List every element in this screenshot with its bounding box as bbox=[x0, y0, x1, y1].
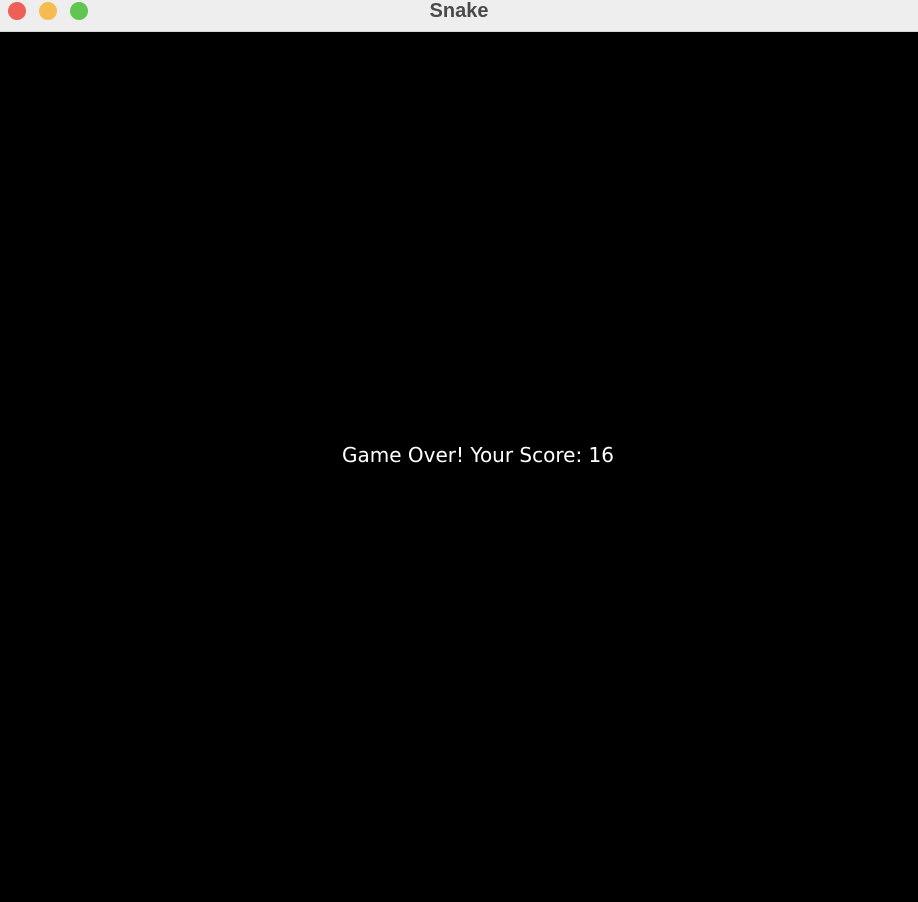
game-canvas[interactable]: Game Over! Your Score: 16 bbox=[0, 32, 918, 902]
game-over-message: Game Over! Your Score: 16 bbox=[342, 443, 614, 467]
snake-window: Snake Game Over! Your Score: 16 bbox=[0, 0, 918, 902]
window-title: Snake bbox=[429, 0, 489, 22]
title-bar[interactable]: Snake bbox=[0, 0, 918, 32]
